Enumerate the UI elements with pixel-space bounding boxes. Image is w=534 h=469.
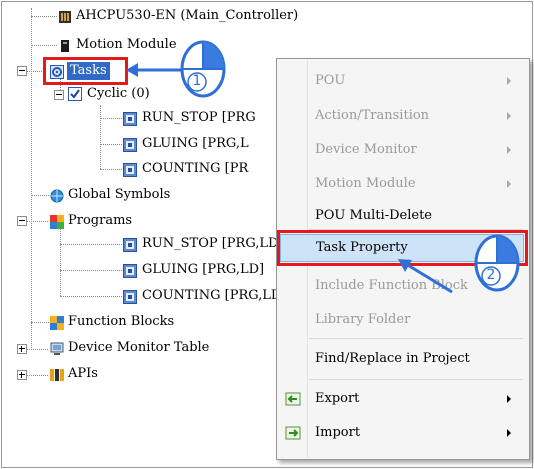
tree-item-apis[interactable]: APIs <box>68 366 98 382</box>
menu-item-label: Export <box>315 391 360 406</box>
tree-line <box>26 349 48 350</box>
function-blocks-icon <box>50 315 64 330</box>
menu-item-motion-module[interactable]: Motion Module <box>277 171 529 197</box>
submenu-arrow-icon <box>507 395 511 403</box>
tree-line <box>100 169 122 170</box>
tree-line <box>31 45 57 46</box>
tree-line <box>31 322 49 323</box>
tree-line <box>100 118 122 119</box>
submenu-arrow-icon <box>507 77 511 85</box>
menu-item-label: Library Folder <box>315 312 411 327</box>
menu-item-label: Import <box>315 425 361 440</box>
programs-icon <box>50 214 64 229</box>
tree-line <box>60 270 122 271</box>
tree-line <box>26 221 48 222</box>
pou-icon <box>123 237 137 252</box>
menu-item-label: POU <box>315 73 346 88</box>
callout-arrow-step2 <box>398 259 453 294</box>
tree-item-cyclic[interactable]: Cyclic (0) <box>87 86 150 102</box>
expand-device-monitor-toggle[interactable] <box>17 344 27 354</box>
menu-item-find-replace[interactable]: Find/Replace in Project <box>277 346 529 372</box>
tree-item-device-monitor-table[interactable]: Device Monitor Table <box>68 340 209 356</box>
menu-item-library-folder[interactable]: Library Folder <box>277 307 529 333</box>
tasks-highlight-box <box>43 57 128 85</box>
tree-item-run-stop-program[interactable]: RUN_STOP [PRG,LD <box>142 236 278 252</box>
tree-item-gluing-program[interactable]: GLUING [PRG,LD] <box>142 262 264 278</box>
callout-arrow-step1 <box>126 63 182 77</box>
step-number-1: 1 <box>192 73 202 89</box>
tree-line <box>60 296 122 297</box>
expand-apis-toggle[interactable] <box>17 370 27 380</box>
tree-item-global-symbols[interactable]: Global Symbols <box>68 187 170 203</box>
tree-item-counting-task[interactable]: COUNTING [PR <box>142 161 248 177</box>
tree-line <box>60 244 122 245</box>
tree-line <box>60 228 61 296</box>
menu-item-label: Device Monitor <box>315 142 417 157</box>
collapse-tasks-toggle[interactable] <box>17 66 27 76</box>
collapse-cyclic-toggle[interactable] <box>54 90 64 100</box>
menu-item-pou[interactable]: POU <box>277 68 529 94</box>
tree-item-run-stop-task[interactable]: RUN_STOP [PRG <box>142 110 256 126</box>
export-icon <box>285 391 301 407</box>
tree-item-gluing-task[interactable]: GLUING [PRG,L <box>142 136 249 152</box>
menu-separator <box>309 379 523 380</box>
api-icon <box>50 367 64 381</box>
monitor-icon <box>50 341 64 355</box>
pou-icon <box>123 162 137 177</box>
pou-icon <box>123 137 137 152</box>
tree-line <box>26 375 48 376</box>
tree-line <box>100 144 122 145</box>
tree-item-counting-program[interactable]: COUNTING [PRG,LD <box>142 288 281 304</box>
menu-item-label: Find/Replace in Project <box>315 351 470 366</box>
tree-item-ahcpu530[interactable]: AHCPU530-EN (Main_Controller) <box>76 8 298 24</box>
menu-item-pou-multi-delete[interactable]: POU Multi-Delete <box>277 203 529 229</box>
menu-item-label: POU Multi-Delete <box>315 208 432 223</box>
menu-item-action-transition[interactable]: Action/Transition <box>277 103 529 129</box>
import-icon <box>285 425 301 441</box>
submenu-arrow-icon <box>507 146 511 154</box>
submenu-arrow-icon <box>507 429 511 437</box>
controller-icon <box>58 9 72 23</box>
menu-item-device-monitor[interactable]: Device Monitor <box>277 137 529 163</box>
mouse-click-icon: 2 <box>474 234 520 292</box>
menu-item-label: Action/Transition <box>315 108 430 123</box>
tree-line <box>31 8 32 348</box>
submenu-arrow-icon <box>507 112 511 120</box>
mouse-click-icon: 1 <box>180 40 226 98</box>
pou-icon <box>123 289 137 304</box>
menu-item-import[interactable]: Import <box>277 420 529 446</box>
tree-item-motion-module[interactable]: Motion Module <box>76 37 177 53</box>
menu-item-label: Motion Module <box>315 176 416 191</box>
tree-item-programs[interactable]: Programs <box>68 213 132 229</box>
pou-icon <box>123 111 137 126</box>
checkbox-icon <box>68 86 82 101</box>
submenu-arrow-icon <box>507 180 511 188</box>
collapse-programs-toggle[interactable] <box>17 216 27 226</box>
tree-line <box>31 195 49 196</box>
globe-icon <box>50 188 64 203</box>
menu-item-export[interactable]: Export <box>277 386 529 412</box>
pou-icon <box>123 263 137 278</box>
tree-item-function-blocks[interactable]: Function Blocks <box>68 314 174 330</box>
tree-line <box>100 105 101 169</box>
module-icon <box>58 38 72 52</box>
menu-separator <box>309 338 523 339</box>
tree-line <box>31 16 57 17</box>
step-number-2: 2 <box>486 267 496 283</box>
